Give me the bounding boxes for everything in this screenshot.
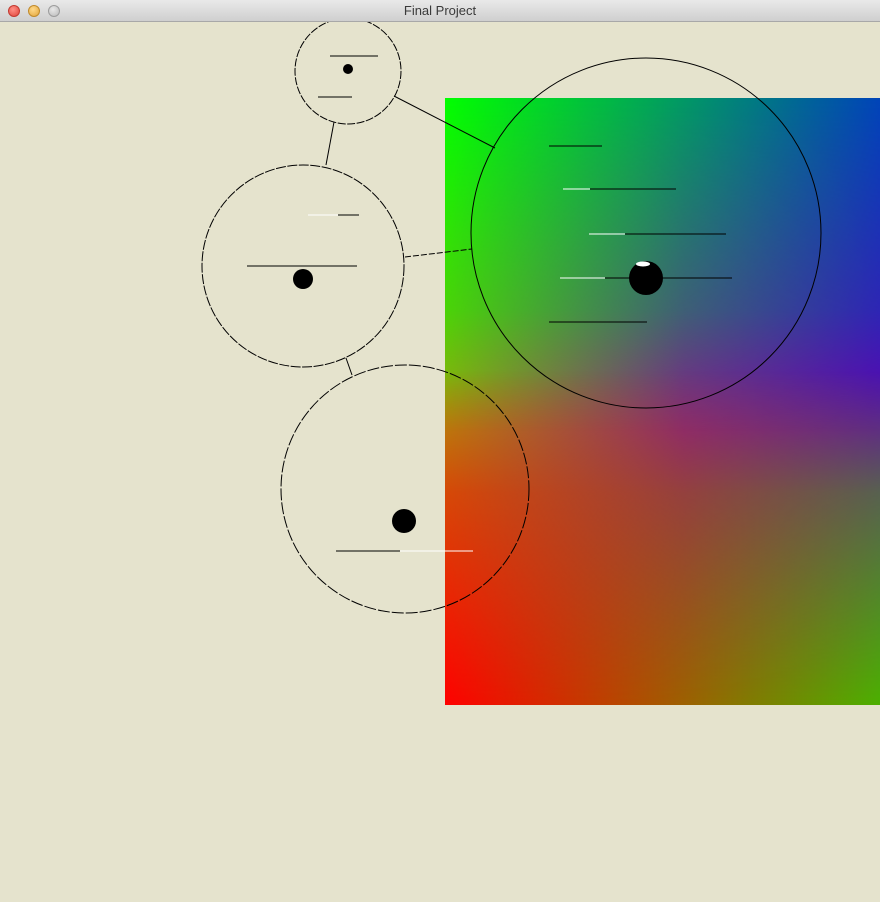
node-bottom-outline [280,364,530,614]
node-top[interactable] [294,22,402,125]
node-bottom-dot [392,509,416,533]
edge-top-left [325,121,335,166]
window-title: Final Project [403,3,477,18]
node-large-outline [470,57,822,409]
edge-left-large [404,248,473,258]
node-left[interactable] [201,164,405,368]
app-window: Final Project [0,0,880,902]
node-bottom[interactable] [280,364,530,614]
title-bar: Final Project [0,0,880,22]
node-large-dot-highlight [636,261,650,267]
node-top-dot [343,64,353,74]
node-large[interactable] [470,57,822,409]
node-left-dot [293,269,313,289]
drawing-canvas[interactable] [0,22,880,902]
node-graph [201,22,822,614]
edge-top-large [393,95,496,149]
edge-left-bottom [345,357,353,376]
